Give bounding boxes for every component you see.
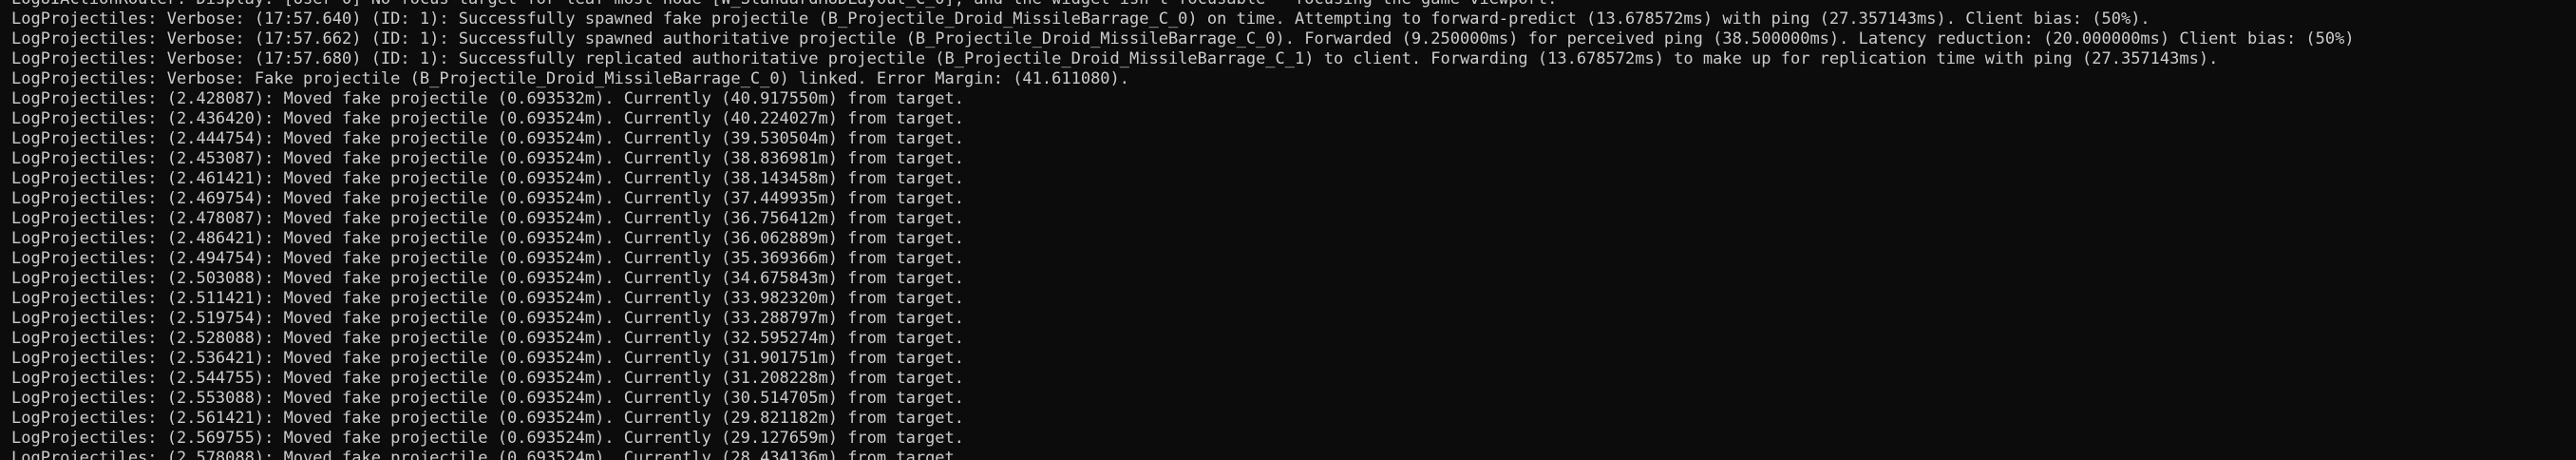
log-line: LogProjectiles: Verbose: (17:57.680) (ID… [11, 49, 2219, 68]
log-list: LogUIActionRouter: Display: [User 0] No … [11, 0, 2576, 460]
log-line: LogProjectiles: (2.486421): Moved fake p… [11, 229, 965, 248]
log-line: LogProjectiles: (2.561421): Moved fake p… [11, 409, 965, 428]
log-line: LogUIActionRouter: Display: [User 0] No … [11, 0, 2576, 10]
log-line: LogProjectiles: (2.453087): Moved fake p… [11, 149, 965, 168]
log-line: LogProjectiles: (2.544755): Moved fake p… [11, 369, 965, 388]
log-line: LogProjectiles: (2.444754): Moved fake p… [11, 129, 965, 148]
log-line: LogProjectiles: (2.478087): Moved fake p… [11, 209, 965, 228]
log-line: LogProjectiles: (2.528088): Moved fake p… [11, 329, 965, 348]
log-line: LogProjectiles: Verbose: Fake projectile… [11, 69, 1130, 88]
log-line: LogProjectiles: (2.469754): Moved fake p… [11, 189, 965, 208]
log-line: LogProjectiles: (2.569755): Moved fake p… [11, 429, 965, 448]
log-line: LogProjectiles: Verbose: (17:57.662) (ID… [11, 29, 2355, 48]
log-line: LogProjectiles: (2.503088): Moved fake p… [11, 269, 965, 288]
log-line: LogProjectiles: (2.428087): Moved fake p… [11, 89, 965, 108]
log-line: LogProjectiles: (2.494754): Moved fake p… [11, 249, 965, 268]
log-line: LogProjectiles: (2.461421): Moved fake p… [11, 169, 965, 188]
log-line: LogProjectiles: (2.578088): Moved fake p… [11, 449, 965, 460]
console-output: LogUIActionRouter: Display: [User 0] No … [0, 0, 2576, 460]
log-line: LogProjectiles: Verbose: (17:57.640) (ID… [11, 10, 2150, 29]
log-line: LogProjectiles: (2.519754): Moved fake p… [11, 309, 965, 328]
log-line: LogProjectiles: (2.553088): Moved fake p… [11, 389, 965, 408]
log-line: LogProjectiles: (2.436420): Moved fake p… [11, 109, 965, 128]
log-line: LogProjectiles: (2.536421): Moved fake p… [11, 349, 965, 368]
log-line: LogProjectiles: (2.511421): Moved fake p… [11, 289, 965, 308]
